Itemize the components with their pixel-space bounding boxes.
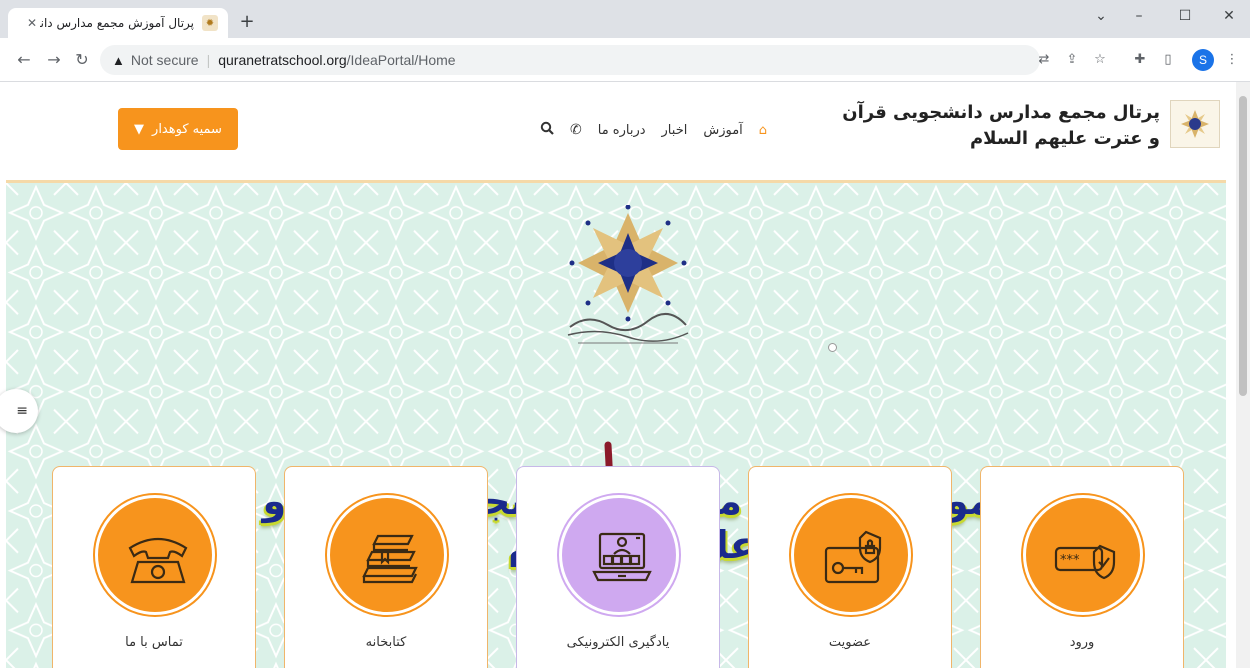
translate-icon[interactable]: ⇄ [1034, 50, 1054, 70]
site-favicon-icon: ✹ [202, 15, 218, 31]
card-icon-circle [327, 495, 447, 615]
card-icon-circle [559, 495, 679, 615]
tab-close-icon[interactable]: ✕ [24, 16, 40, 30]
card-icon-circle [95, 495, 215, 615]
back-arrow-icon[interactable]: ← [12, 48, 36, 72]
tab-search-chevron-icon[interactable]: ⌄ [1086, 8, 1116, 24]
card-label: کتابخانه [365, 635, 407, 650]
key-card-icon [824, 530, 882, 584]
card-icon-circle [791, 495, 911, 615]
browser-tab[interactable]: ✕ پرتال آموزش مجمع مدارس دانشجو ✹ [8, 8, 228, 38]
user-name: سمیه کوهدار [152, 121, 222, 137]
search-icon[interactable] [540, 121, 554, 139]
new-tab-button[interactable]: + [236, 12, 258, 34]
card-label: ورود [1069, 635, 1095, 650]
card-icon-circle: *** [1023, 495, 1143, 615]
card-contact-us[interactable]: تماس با ما [52, 466, 256, 668]
phone-icon[interactable]: ✆ [570, 122, 582, 138]
books-icon [362, 534, 418, 584]
hamburger-icon: ≡ [16, 403, 28, 419]
browser-tab-strip: ✕ پرتال آموزش مجمع مدارس دانشجو ✹ + ⌄ – … [0, 0, 1250, 38]
url-text[interactable]: quranetratschool.org/IdeaPortal/Home [218, 52, 455, 68]
reload-icon[interactable]: ↻ [70, 48, 94, 72]
url-separator: | [206, 52, 211, 68]
site-logo[interactable] [1170, 100, 1220, 148]
site-title-line1: پرتال مجمع مدارس دانشجویی قرآن [842, 102, 1160, 123]
warning-triangle-icon[interactable]: ▲ [112, 53, 125, 68]
home-icon[interactable]: ⌂ [759, 123, 767, 138]
site-title-line2: و عترت علیهم السلام [969, 128, 1160, 149]
address-bar[interactable]: ▲ Not secure | quranetratschool.org/Idea… [100, 45, 1040, 75]
side-panel-icon[interactable]: ▯ [1158, 50, 1178, 70]
close-window-button[interactable]: ✕ [1214, 8, 1244, 24]
card-membership[interactable]: عضویت [748, 466, 952, 668]
main-nav: ✆ درباره ما اخبار آموزش ⌂ [540, 120, 767, 140]
browser-toolbar: ← → ↻ ▲ Not secure | quranetratschool.or… [0, 38, 1250, 82]
nav-link-news[interactable]: اخبار [662, 123, 688, 138]
nav-link-education[interactable]: آموزش [703, 123, 742, 138]
telephone-icon [128, 537, 188, 584]
scrollbar-thumb[interactable] [1239, 96, 1247, 396]
maximize-button[interactable]: ☐ [1170, 8, 1200, 24]
tab-title: پرتال آموزش مجمع مدارس دانشجو [40, 16, 194, 30]
not-secure-label[interactable]: Not secure [131, 52, 199, 68]
site-title[interactable]: پرتال مجمع مدارس دانشجویی قرآن و عترت عل… [840, 100, 1160, 152]
card-label: تماس با ما [125, 635, 183, 650]
url-host: quranetratschool.org [218, 52, 347, 68]
browser-menu-icon[interactable]: ⋮ [1222, 50, 1242, 70]
share-icon[interactable]: ⇪ [1062, 50, 1082, 70]
extensions-puzzle-icon[interactable]: ✚ [1130, 50, 1150, 70]
nav-link-about[interactable]: درباره ما [598, 123, 646, 138]
school-emblem-logo [567, 205, 689, 344]
minimize-button[interactable]: – [1124, 8, 1154, 24]
card-label: عضویت [828, 635, 872, 650]
profile-avatar[interactable]: S [1192, 49, 1214, 71]
card-e-learning[interactable]: یادگیری الکترونیکی [516, 466, 720, 668]
forward-arrow-icon[interactable]: → [42, 48, 66, 72]
web-page: سمیه کوهدار ▼ ✆ درباره ما اخبار آموزش ⌂ … [0, 82, 1236, 668]
bookmark-star-icon[interactable]: ☆ [1090, 50, 1110, 70]
user-menu-button[interactable]: سمیه کوهدار ▼ [118, 108, 238, 150]
card-library[interactable]: کتابخانه [284, 466, 488, 668]
card-label: یادگیری الکترونیکی [566, 635, 670, 650]
laptop-icon [592, 532, 652, 582]
url-path: /IdeaPortal/Home [346, 52, 456, 68]
svg-text:***: *** [1060, 553, 1080, 568]
card-login[interactable]: *** ورود [980, 466, 1184, 668]
slider-indicator-dot[interactable] [828, 343, 837, 352]
chevron-down-icon: ▼ [134, 121, 145, 137]
password-shield-icon: *** [1054, 544, 1116, 580]
